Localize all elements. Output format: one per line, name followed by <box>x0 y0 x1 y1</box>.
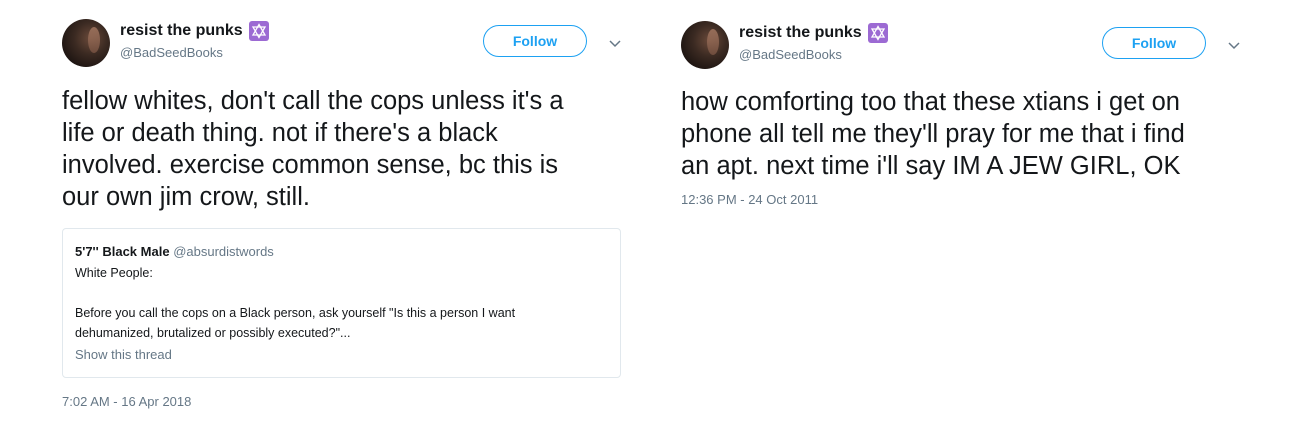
tweet-text: how comforting too that these xtians i g… <box>681 86 1185 182</box>
follow-button[interactable]: Follow <box>1102 27 1206 59</box>
tweet-text: fellow whites, don't call the cops unles… <box>62 85 564 213</box>
tweet-timestamp[interactable]: 7:02 AM - 16 Apr 2018 <box>62 394 191 409</box>
tweet-card: resist the punks @BadSeedBooks Follow ho… <box>640 0 1312 426</box>
avatar-highlight <box>88 27 100 53</box>
author-handle[interactable]: @BadSeedBooks <box>739 47 842 62</box>
author-name-row: resist the punks <box>739 23 888 43</box>
star-of-david-icon <box>867 23 888 43</box>
quoted-author-name: 5'7'' Black Male <box>75 244 170 259</box>
tweet-text-line: an apt. next time i'll say IM A JEW GIRL… <box>681 152 1181 180</box>
quoted-tweet-line: dehumanized, brutalized or possibly exec… <box>75 326 351 340</box>
quoted-tweet-header: 5'7'' Black Male @absurdistwords <box>75 244 274 259</box>
tweet-text-line: our own jim crow, still. <box>62 183 310 211</box>
tweet-text-line: life or death thing. not if there's a bl… <box>62 119 498 147</box>
follow-button[interactable]: Follow <box>483 25 587 57</box>
quoted-author-handle: @absurdistwords <box>173 244 274 259</box>
tweet-text-line: how comforting too that these xtians i g… <box>681 88 1180 116</box>
star-of-david-icon <box>248 21 269 41</box>
author-name-row: resist the punks <box>120 21 269 41</box>
tweet-text-line: involved. exercise common sense, bc this… <box>62 151 559 179</box>
avatar[interactable] <box>62 19 110 67</box>
avatar-highlight <box>707 29 719 55</box>
author-display-name[interactable]: resist the punks <box>120 22 243 40</box>
author-display-name[interactable]: resist the punks <box>739 24 862 42</box>
quoted-tweet-card[interactable]: 5'7'' Black Male @absurdistwords White P… <box>62 228 621 378</box>
tweet-text-line: phone all tell me they'll pray for me th… <box>681 120 1185 148</box>
quoted-tweet-line: Before you call the cops on a Black pers… <box>75 306 516 320</box>
quoted-tweet-line: White People: <box>75 266 153 280</box>
author-handle[interactable]: @BadSeedBooks <box>120 45 223 60</box>
tweet-timestamp[interactable]: 12:36 PM - 24 Oct 2011 <box>681 192 818 207</box>
tweet-card: resist the punks @BadSeedBooks Follow fe… <box>0 0 640 426</box>
chevron-down-icon[interactable] <box>1226 37 1242 53</box>
show-thread-link[interactable]: Show this thread <box>75 347 172 362</box>
avatar[interactable] <box>681 21 729 69</box>
chevron-down-icon[interactable] <box>607 35 623 51</box>
tweet-text-line: fellow whites, don't call the cops unles… <box>62 87 564 115</box>
